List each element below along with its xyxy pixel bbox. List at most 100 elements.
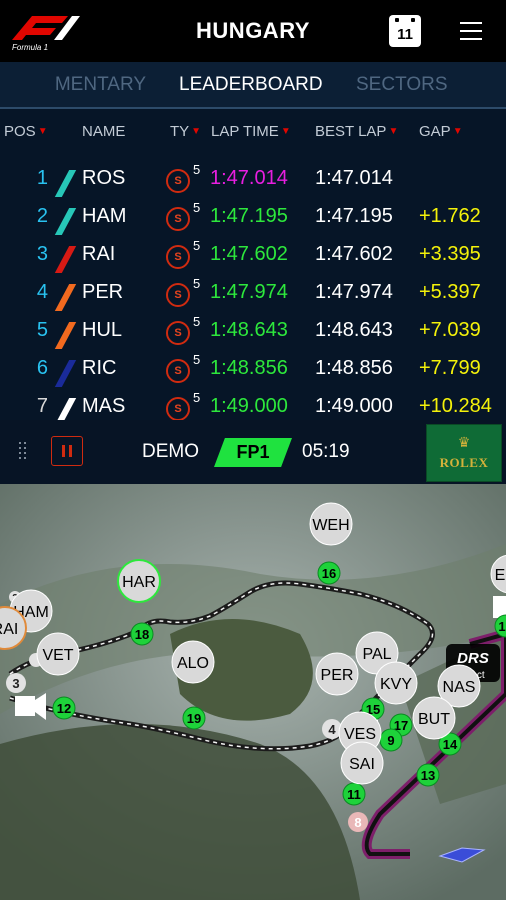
row-gap: +10.284	[419, 395, 492, 417]
svg-text:KVY: KVY	[380, 676, 412, 693]
row-pos: 3	[36, 243, 48, 265]
turn-marker: 9	[379, 728, 403, 752]
col-gap-label: GAP	[419, 123, 451, 140]
crown-icon: ♛	[457, 434, 471, 450]
row-lap-time: 1:49.000	[210, 395, 288, 417]
turn-marker: 18	[130, 622, 154, 646]
session-control-bar: DEMO FP1 05:19 ♛ ROLEX	[0, 420, 506, 484]
svg-text:1: 1	[498, 619, 505, 634]
col-tyre-label: TY	[170, 123, 190, 140]
svg-text:3: 3	[12, 676, 19, 691]
team-color-icon	[54, 170, 77, 197]
car-marker: 3	[6, 673, 26, 693]
tyre-laps: 5	[193, 200, 201, 215]
drs-label: DRS	[457, 650, 489, 667]
row-pos: 6	[36, 357, 48, 379]
sort-caret-icon: ▼	[37, 126, 48, 137]
team-color-icon	[54, 208, 77, 235]
car-marker: 8	[348, 812, 368, 832]
table-row[interactable]: 6 RIC S 5 1:48.856 1:48.856 +7.799	[0, 352, 506, 395]
svg-text:14: 14	[443, 737, 458, 752]
driver-marker[interactable]: VET	[36, 632, 80, 676]
svg-text:8: 8	[354, 815, 361, 830]
driver-marker[interactable]: PER	[315, 652, 359, 696]
row-driver: RAI	[82, 243, 116, 265]
col-pos[interactable]: POS ▼	[4, 123, 48, 140]
row-best-lap: 1:47.195	[315, 205, 393, 227]
row-best-lap: 1:47.974	[315, 281, 393, 303]
table-row[interactable]: 5 HUL S 5 1:48.643 1:48.643 +7.039	[0, 314, 506, 357]
tab-sectors[interactable]: SECTORS	[356, 74, 448, 96]
tyre-laps: 5	[193, 238, 201, 253]
svg-text:BUT: BUT	[418, 711, 450, 728]
pause-icon	[62, 445, 65, 457]
row-lap-time: 1:48.643	[210, 319, 288, 341]
row-lap-time: 1:48.856	[210, 357, 288, 379]
col-gap[interactable]: GAP ▼	[419, 123, 463, 140]
team-color-icon	[54, 322, 77, 349]
tyre-laps: 5	[193, 276, 201, 291]
driver-marker[interactable]: HAR	[117, 559, 161, 603]
svg-text:E: E	[495, 567, 506, 584]
table-row[interactable]: 3 RAI S 5 1:47.602 1:47.602 +3.395	[0, 238, 506, 281]
col-lap-time[interactable]: LAP TIME ▼	[211, 123, 291, 140]
tyre-laps: 5	[193, 390, 201, 405]
row-driver: MAS	[82, 395, 126, 417]
svg-text:ALO: ALO	[177, 655, 209, 672]
tyre-soft-icon: S	[166, 245, 190, 269]
row-driver: ROS	[82, 167, 126, 189]
table-row[interactable]: 2 HAM S 5 1:47.195 1:47.195 +1.762	[0, 200, 506, 243]
svg-text:13: 13	[421, 768, 435, 783]
svg-text:NAS: NAS	[443, 679, 476, 696]
col-best-lap[interactable]: BEST LAP ▼	[315, 123, 398, 140]
col-lap-time-label: LAP TIME	[211, 123, 279, 140]
team-color-icon	[54, 246, 77, 273]
tyre-laps: 5	[193, 314, 201, 329]
row-lap-time: 1:47.195	[210, 205, 288, 227]
sponsor-name: ROLEX	[439, 455, 489, 470]
table-row[interactable]: 4 PER S 5 1:47.974 1:47.974 +5.397	[0, 276, 506, 319]
sponsor-logo: ♛ ROLEX	[426, 424, 502, 482]
svg-text:HAR: HAR	[122, 574, 156, 591]
calendar-button[interactable]: 11	[389, 15, 421, 47]
row-pos: 5	[36, 319, 48, 341]
col-tyre[interactable]: TY ▼	[170, 123, 201, 140]
sort-caret-icon: ▼	[191, 126, 202, 137]
tab-commentary[interactable]: MENTARY	[55, 74, 146, 96]
row-gap: +7.799	[419, 357, 481, 379]
driver-marker[interactable]: KVY	[374, 661, 418, 705]
driver-marker[interactable]: BUT	[412, 696, 456, 740]
drag-handle-icon[interactable]	[19, 442, 31, 462]
col-name-label: NAME	[82, 123, 126, 140]
calendar-icon	[395, 18, 415, 22]
svg-text:19: 19	[187, 711, 201, 726]
svg-text:18: 18	[135, 627, 149, 642]
sort-caret-icon: ▼	[388, 126, 399, 137]
row-pos: 7	[36, 395, 48, 417]
svg-text:WEH: WEH	[312, 517, 349, 534]
table-row[interactable]: 1 ROS S 5 1:47.014 1:47.014	[0, 162, 506, 205]
svg-text:16: 16	[322, 566, 336, 581]
col-pos-label: POS	[4, 123, 36, 140]
tyre-laps: 5	[193, 162, 201, 177]
tyre-soft-icon: S	[166, 359, 190, 383]
svg-text:12: 12	[57, 701, 71, 716]
session-label: FP1	[236, 442, 270, 462]
track-map[interactable]: DRS ect 16 18 12 19 15 17 9 14 13 11 1 3…	[0, 484, 506, 900]
tyre-soft-icon: S	[166, 283, 190, 307]
row-best-lap: 1:47.602	[315, 243, 393, 265]
svg-text:RAI: RAI	[0, 621, 18, 638]
col-name[interactable]: NAME	[82, 123, 125, 140]
pause-button[interactable]	[51, 436, 83, 466]
hamburger-menu-icon[interactable]	[460, 22, 482, 40]
driver-marker[interactable]: SAI	[340, 741, 384, 785]
camera-icon[interactable]	[15, 693, 46, 720]
tyre-soft-icon: S	[166, 397, 190, 421]
tab-leaderboard[interactable]: LEADERBOARD	[179, 74, 323, 96]
mode-label: DEMO	[142, 441, 199, 462]
driver-marker[interactable]: WEH	[309, 502, 353, 546]
driver-marker[interactable]: ALO	[171, 640, 215, 684]
svg-text:PER: PER	[321, 667, 354, 684]
svg-text:PAL: PAL	[362, 646, 391, 663]
team-color-icon	[54, 360, 77, 387]
